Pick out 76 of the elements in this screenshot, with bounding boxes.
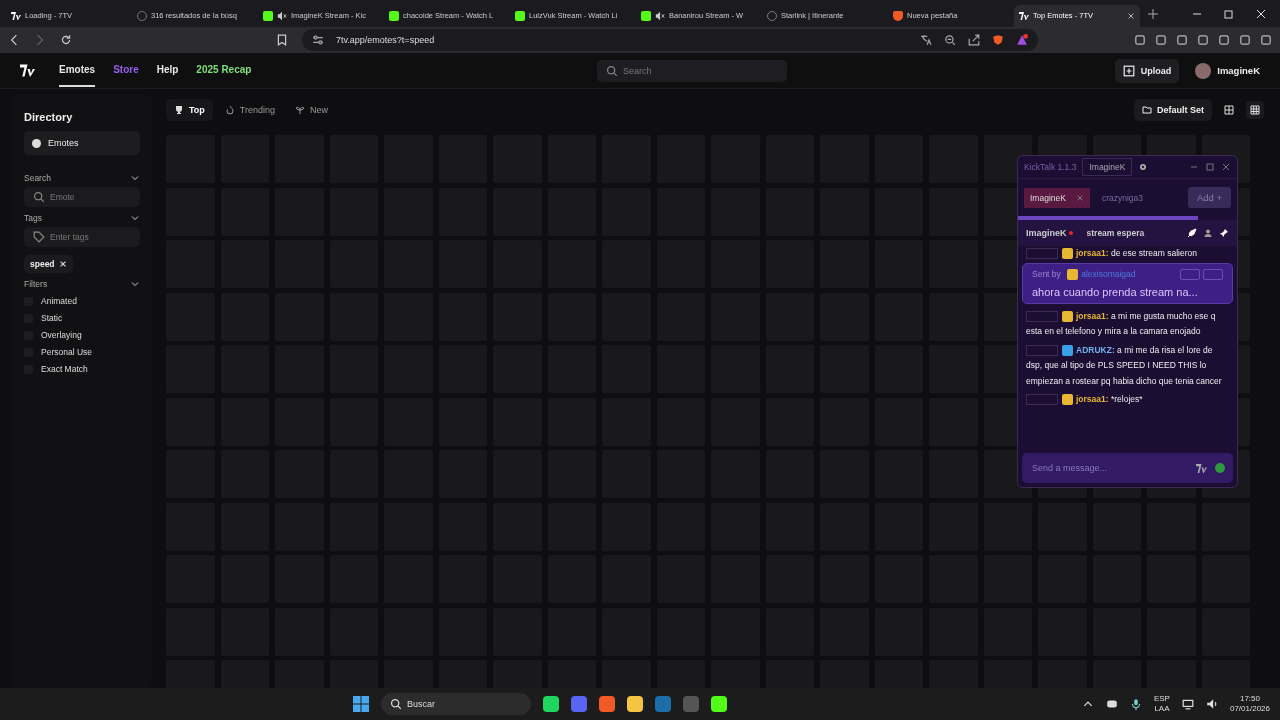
pinned-text: ahora cuando prenda stream na... (1032, 286, 1199, 299)
search-icon (33, 191, 45, 203)
search-icon (606, 64, 619, 77)
section-label: Search (24, 173, 51, 183)
trophy-icon (174, 105, 184, 115)
emote-search-field[interactable]: Emote (24, 187, 140, 207)
search-icon (389, 698, 402, 710)
taskbar-search-field[interactable]: Buscar (380, 693, 531, 715)
chat-message: jorsaa1: de ese stream salieron (1026, 246, 1229, 262)
tag-chip[interactable]: speed (24, 255, 73, 273)
new-tab-icon[interactable] (1148, 8, 1158, 19)
site-logo[interactable] (20, 63, 35, 78)
reload-icon[interactable] (60, 34, 72, 46)
section-label: Tags (24, 213, 42, 223)
logo-icon (11, 10, 21, 21)
address-bar[interactable]: 7tv.app/emotes?t=speed (302, 29, 1038, 51)
sort-tab[interactable]: Top (166, 99, 213, 121)
zoom-out-icon[interactable] (944, 34, 956, 46)
sort-tab[interactable]: Trending (216, 99, 283, 121)
username[interactable]: ImagineK (1217, 65, 1260, 76)
sidebar-item[interactable]: Emotes (24, 131, 140, 155)
settings-icon[interactable] (1138, 162, 1149, 172)
tag-icon (33, 231, 45, 243)
speaker-icon[interactable] (1205, 698, 1218, 710)
account-button[interactable]: ImagineK (1082, 158, 1133, 176)
nav-link[interactable]: Store (113, 54, 139, 87)
emote-picker-icon[interactable] (1196, 462, 1207, 474)
sliders-icon (312, 34, 324, 46)
url-text: 7tv.app/emotes?t=speed (336, 35, 435, 45)
network-icon[interactable] (1181, 698, 1194, 710)
triangle-icon[interactable] (1016, 34, 1028, 46)
plus-square-icon (1122, 64, 1135, 77)
user-icon[interactable] (1203, 228, 1213, 238)
translate-icon[interactable] (920, 34, 932, 46)
nav-link[interactable]: Help (156, 54, 179, 87)
sprout-icon (295, 105, 305, 115)
nav-link[interactable]: Emotes (59, 54, 96, 87)
rocket-icon[interactable] (1187, 228, 1197, 238)
live-dot (1068, 231, 1073, 235)
default-set-button[interactable]: Default Set (1134, 99, 1212, 121)
checkbox-label: Animated (41, 296, 77, 306)
checkbox-label: Exact Match (41, 364, 88, 374)
chat-message: jorsaa1: *relojes* (1026, 392, 1229, 408)
window-title: KickTalk 1.1.3 (1024, 162, 1077, 172)
chat-tab[interactable]: ImagineK (1024, 187, 1090, 208)
checkbox-label: Overlaying (41, 330, 82, 340)
pinned-sender: Sent by alexisomaigad (1032, 269, 1136, 281)
sort-tab[interactable]: New (287, 99, 337, 121)
flame-icon (224, 105, 235, 115)
logo-icon (1019, 10, 1029, 21)
forward-icon[interactable] (34, 34, 46, 46)
tags-field[interactable]: Enter tags (24, 227, 140, 247)
microphone-icon[interactable] (1129, 698, 1142, 710)
dense-grid-icon[interactable] (1246, 101, 1264, 119)
checkbox-label: Personal Use (41, 347, 93, 357)
checkbox-label: Static (41, 313, 63, 323)
channel-name: ImagineK (1026, 228, 1067, 238)
bookmark-icon[interactable] (276, 34, 288, 46)
section-label: Filters (24, 279, 48, 289)
stream-title: stream espera (1086, 228, 1145, 238)
chat-message: ADRUKZ: a mi me da risa el lore de dsp, que al tipo de PLS SPEED I NEED THIS lo empiezan a rostear pq habia dicho que tenia cancer (1026, 343, 1223, 388)
back-icon[interactable] (8, 34, 20, 46)
language-indicator[interactable]: ESP LAA (1153, 694, 1170, 714)
start-icon[interactable] (352, 696, 369, 712)
restore-icon[interactable] (1224, 8, 1234, 19)
clock[interactable]: 17:50 07/01/2026 (1229, 694, 1270, 714)
search-field[interactable]: Search (597, 59, 788, 82)
message-field[interactable]: Send a message... (1022, 453, 1233, 483)
pin-icon[interactable] (1219, 228, 1229, 238)
nav-link[interactable]: 2025 Recap (196, 54, 252, 87)
maximize-icon[interactable] (1205, 162, 1215, 172)
avatar[interactable] (1195, 62, 1212, 79)
sidebar-title: Directory (24, 111, 74, 123)
chat-tab[interactable]: crazyniga3 (1095, 187, 1150, 208)
share-icon[interactable] (968, 34, 980, 46)
upload-button[interactable]: Upload (1114, 58, 1180, 83)
